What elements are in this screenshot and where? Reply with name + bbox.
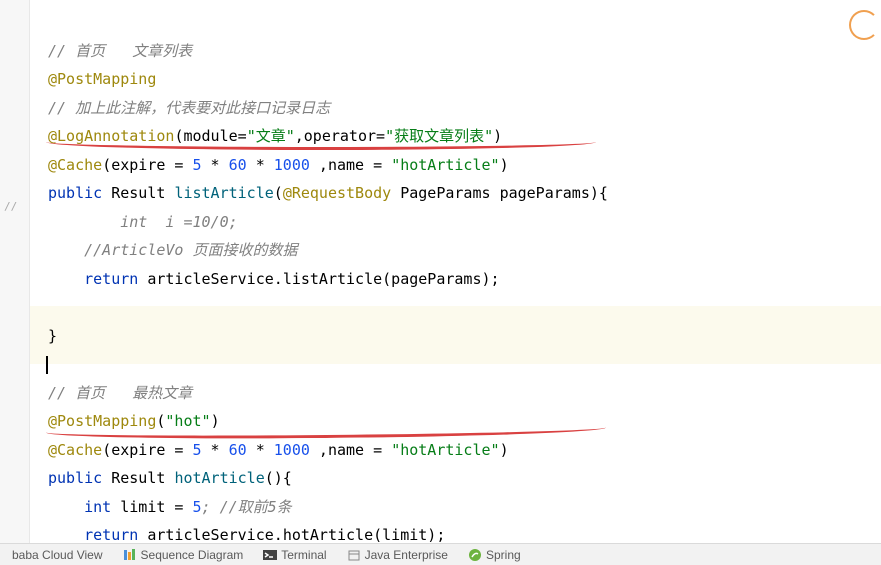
tool-terminal[interactable]: Terminal <box>253 544 336 565</box>
string-literal: "获取文章列表" <box>385 127 493 145</box>
comment-line: // 加上此注解，代表要对此接口记录日志 <box>48 99 330 117</box>
identifier: articleService <box>147 526 273 543</box>
annotation-requestbody: @RequestBody <box>283 184 391 202</box>
param-key: expire = <box>111 156 192 174</box>
statusbar-label: Terminal <box>281 548 326 562</box>
text-cursor <box>46 356 48 374</box>
statusbar-label: Sequence Diagram <box>141 548 244 562</box>
number-literal: 60 <box>229 156 247 174</box>
method-name: listArticle <box>174 184 273 202</box>
tool-cloud-view[interactable]: baba Cloud View <box>2 544 113 565</box>
annotation-postmapping: @PostMapping <box>48 70 156 88</box>
keyword: public <box>48 469 102 487</box>
annotation-cache: @Cache <box>48 441 102 459</box>
string-literal: "hotArticle" <box>391 156 499 174</box>
tool-spring[interactable]: Spring <box>458 544 531 565</box>
spring-icon <box>468 548 482 562</box>
param-key: expire = <box>111 441 192 459</box>
brace: } <box>48 327 57 345</box>
statusbar-label: Java Enterprise <box>365 548 448 562</box>
string-literal: "hotArticle" <box>391 441 499 459</box>
parameter: pageParams <box>500 184 590 202</box>
param-key: module= <box>183 127 246 145</box>
tool-java-enterprise[interactable]: Java Enterprise <box>337 544 458 565</box>
type-name: Result <box>111 184 165 202</box>
number-literal: 1000 <box>274 156 310 174</box>
keyword: return <box>84 526 138 543</box>
method-call: hotArticle(limit); <box>283 526 446 543</box>
method-call: listArticle(pageParams); <box>283 270 500 288</box>
comment-line: // 首页 文章列表 <box>48 42 192 60</box>
comment-inline: ; //取前5条 <box>202 498 292 516</box>
statusbar-label: baba Cloud View <box>12 548 103 562</box>
number-literal: 60 <box>229 441 247 459</box>
number-literal: 5 <box>193 156 202 174</box>
annotation-cache: @Cache <box>48 156 102 174</box>
type-name: PageParams <box>400 184 490 202</box>
number-literal: 5 <box>193 441 202 459</box>
identifier: limit = <box>120 498 192 516</box>
statusbar-label: Spring <box>486 548 521 562</box>
annotation-log: @LogAnnotation <box>48 127 174 145</box>
annotation-postmapping: @PostMapping <box>48 412 156 430</box>
string-literal: "hot" <box>165 412 210 430</box>
statusbar: baba Cloud View Sequence Diagram Termina… <box>0 543 881 565</box>
string-literal: "文章" <box>247 127 295 145</box>
comment-line: //ArticleVo 页面接收的数据 <box>48 241 298 259</box>
keyword: public <box>48 184 102 202</box>
commented-code: int i =10/0; <box>48 213 238 231</box>
diagram-icon <box>123 548 137 562</box>
number-literal: 5 <box>193 498 202 516</box>
type-name: Result <box>111 469 165 487</box>
inspection-indicator-icon[interactable] <box>849 10 879 40</box>
terminal-icon <box>263 548 277 562</box>
number-literal: 1000 <box>274 441 310 459</box>
param-key: operator= <box>304 127 385 145</box>
java-ee-icon <box>347 548 361 562</box>
method-name: hotArticle <box>174 469 264 487</box>
tool-sequence-diagram[interactable]: Sequence Diagram <box>113 544 254 565</box>
comment-line: // 首页 最热文章 <box>48 384 192 402</box>
param-key: ,name = <box>310 156 391 174</box>
keyword: int <box>84 498 111 516</box>
keyword: return <box>84 270 138 288</box>
code-editor[interactable]: // 首页 文章列表 @PostMapping // 加上此注解，代表要对此接口… <box>0 0 881 543</box>
identifier: articleService <box>147 270 273 288</box>
param-key: ,name = <box>310 441 391 459</box>
